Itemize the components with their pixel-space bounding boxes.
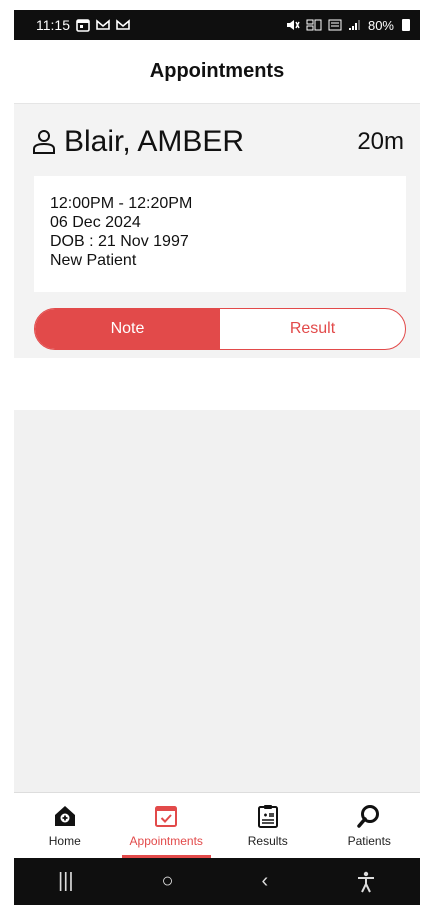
note-result-toggle[interactable]: Note Result: [34, 308, 406, 350]
page-title: Appointments: [149, 60, 285, 82]
battery-percent: 80%: [367, 17, 394, 33]
mail-icon: [96, 19, 110, 30]
patient-name-group: Blair, AMBER: [32, 125, 244, 159]
accessibility-icon[interactable]: [356, 871, 376, 893]
status-left: 11:15: [36, 17, 130, 33]
appointment-duration: 20m: [357, 128, 404, 155]
nav-results-label: Results: [247, 833, 288, 848]
patient-type: New Patient: [50, 252, 137, 269]
lte-icon: [328, 19, 342, 31]
empty-content-area: [14, 410, 420, 792]
home-button[interactable]: ○: [161, 870, 173, 893]
patient-dob: DOB : 21 Nov 1997: [50, 233, 189, 250]
appointment-time-range: 12:00PM - 12:20PM: [50, 195, 193, 212]
recent-apps-button[interactable]: |||: [58, 870, 74, 893]
bottom-nav: Home Appointments Results Patients: [14, 792, 420, 858]
status-right: 80%: [286, 18, 410, 33]
mute-icon: [286, 20, 300, 30]
nav-appointments-label: Appointments: [129, 833, 203, 848]
nav-home[interactable]: Home: [14, 793, 116, 858]
left-margin: [0, 0, 14, 905]
home-icon: [54, 805, 75, 826]
phone-screen: 11:15 80% Appointments Blair, AMBER 20m …: [14, 10, 420, 905]
network-icon: [306, 19, 322, 31]
patient-row: Blair, AMBER 20m: [32, 122, 404, 162]
clipboard-icon: [257, 804, 278, 828]
status-bar: 11:15 80%: [14, 10, 420, 40]
nav-results[interactable]: Results: [217, 793, 319, 858]
mail-icon: [116, 19, 130, 30]
battery-icon: [402, 19, 410, 31]
result-tab[interactable]: Result: [220, 309, 405, 349]
note-tab[interactable]: Note: [35, 309, 220, 349]
calendar-check-icon: [155, 805, 178, 827]
signal-icon: [348, 20, 360, 30]
search-icon: [357, 804, 380, 828]
person-icon: [33, 130, 55, 154]
card-footer-area: [14, 358, 420, 410]
nav-patients[interactable]: Patients: [319, 793, 421, 858]
patient-name: Blair, AMBER: [64, 125, 245, 158]
calendar-icon: [76, 19, 90, 32]
system-navigation-bar: ||| ○ ‹: [14, 858, 420, 905]
back-button[interactable]: ‹: [261, 870, 268, 893]
app-header: Appointments: [14, 40, 420, 104]
status-time: 11:15: [36, 17, 70, 33]
nav-home-label: Home: [48, 833, 81, 848]
nav-patients-label: Patients: [347, 833, 391, 848]
appointment-details: 12:00PM - 12:20PM 06 Dec 2024 DOB : 21 N…: [34, 176, 406, 292]
appointment-date: 06 Dec 2024: [50, 214, 141, 231]
nav-appointments[interactable]: Appointments: [116, 793, 218, 858]
